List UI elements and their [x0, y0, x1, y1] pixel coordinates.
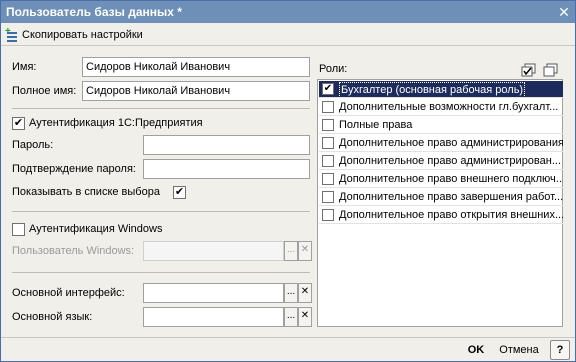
- roles-list[interactable]: ✔ Бухгалтер (основная рабочая роль) Допо…: [317, 79, 563, 327]
- separator: [12, 211, 310, 212]
- main-language-select-button[interactable]: ...: [284, 307, 298, 327]
- role-label: Дополнительное право открытия внешних...: [339, 209, 563, 221]
- roles-label: Роли:: [319, 63, 348, 75]
- name-field[interactable]: Сидоров Николай Иванович: [82, 57, 310, 77]
- main-interface-select-button[interactable]: ...: [284, 283, 298, 303]
- main-interface-field[interactable]: [143, 283, 284, 303]
- main-language-label: Основной язык:: [12, 311, 93, 323]
- main-language-clear-button[interactable]: ✕: [298, 307, 312, 327]
- main-interface-label: Основной интерфейс:: [12, 287, 125, 299]
- copy-settings-label: Скопировать настройки: [22, 29, 143, 41]
- windows-user-clear-button: ✕: [298, 241, 312, 261]
- role-label: Дополнительное право администрирован...: [339, 155, 562, 167]
- separator: [12, 108, 310, 109]
- ok-button[interactable]: OK: [463, 341, 489, 359]
- role-label: Полные права: [339, 119, 413, 131]
- role-item[interactable]: Дополнительное право завершения работ...: [319, 189, 563, 206]
- role-label: Дополнительное право завершения работ...: [339, 191, 563, 203]
- uncheck-all-icon[interactable]: [543, 63, 559, 77]
- title-bar: Пользователь базы данных * ✕: [1, 1, 575, 23]
- copy-settings-icon: +: [5, 27, 19, 42]
- role-item[interactable]: Дополнительные возможности гл.бухгалт...: [319, 99, 563, 116]
- check-icon: ✔: [174, 186, 185, 198]
- password-label: Пароль:: [12, 139, 54, 151]
- role-label: Бухгалтер (основная рабочая роль): [339, 82, 526, 97]
- windows-user-field: [143, 241, 284, 261]
- role-label: Дополнительное право администрирования: [339, 137, 563, 149]
- role-label: Дополнительное право внешнего подключ...: [339, 173, 563, 185]
- role-checkbox[interactable]: [322, 155, 334, 167]
- role-item[interactable]: Дополнительное право администрирования: [319, 135, 563, 152]
- role-checkbox[interactable]: ✔: [322, 83, 334, 95]
- role-checkbox[interactable]: [322, 101, 334, 113]
- role-item[interactable]: Полные права: [319, 117, 563, 134]
- auth-1c-label: Аутентификация 1С:Предприятия: [29, 117, 203, 129]
- close-button[interactable]: ✕: [556, 4, 572, 20]
- role-checkbox[interactable]: [322, 137, 334, 149]
- password-confirm-field[interactable]: [143, 159, 310, 179]
- auth-windows-checkbox[interactable]: [12, 223, 25, 236]
- fullname-field[interactable]: Сидоров Николай Иванович: [82, 81, 310, 101]
- role-checkbox[interactable]: [322, 191, 334, 203]
- password-field[interactable]: [143, 135, 310, 155]
- role-checkbox[interactable]: [322, 173, 334, 185]
- dialog-footer: OK Отмена ?: [1, 337, 575, 361]
- role-checkbox[interactable]: [322, 209, 334, 221]
- check-icon: ✔: [13, 117, 24, 129]
- role-item[interactable]: ✔ Бухгалтер (основная рабочая роль): [319, 81, 563, 98]
- show-in-list-checkbox[interactable]: ✔: [173, 186, 186, 199]
- windows-user-label: Пользователь Windows:: [12, 245, 135, 257]
- main-language-field[interactable]: [143, 307, 284, 327]
- check-icon: ✔: [323, 83, 333, 94]
- name-label: Имя:: [12, 61, 37, 73]
- fullname-label: Полное имя:: [12, 85, 77, 97]
- windows-user-select-button: ...: [284, 241, 298, 261]
- cancel-button[interactable]: Отмена: [496, 341, 542, 359]
- role-item[interactable]: Дополнительное право открытия внешних...: [319, 207, 563, 224]
- dialog-window: Пользователь базы данных * ✕ + Скопирова…: [0, 0, 576, 362]
- role-item[interactable]: Дополнительное право внешнего подключ...: [319, 171, 563, 188]
- separator: [12, 272, 310, 273]
- main-interface-clear-button[interactable]: ✕: [298, 283, 312, 303]
- help-button[interactable]: ?: [550, 340, 570, 360]
- close-icon: ✕: [558, 4, 570, 20]
- check-all-icon[interactable]: [521, 63, 537, 77]
- password-confirm-label: Подтверждение пароля:: [12, 163, 136, 175]
- show-in-list-label: Показывать в списке выбора: [12, 186, 160, 198]
- auth-windows-label: Аутентификация Windows: [29, 223, 163, 235]
- role-label: Дополнительные возможности гл.бухгалт...: [339, 101, 559, 113]
- toolbar: + Скопировать настройки: [1, 24, 575, 46]
- window-title: Пользователь базы данных *: [6, 5, 182, 19]
- copy-settings-button[interactable]: + Скопировать настройки: [5, 27, 143, 43]
- role-item[interactable]: Дополнительное право администрирован...: [319, 153, 563, 170]
- role-checkbox[interactable]: [322, 119, 334, 131]
- auth-1c-checkbox[interactable]: ✔: [12, 117, 25, 130]
